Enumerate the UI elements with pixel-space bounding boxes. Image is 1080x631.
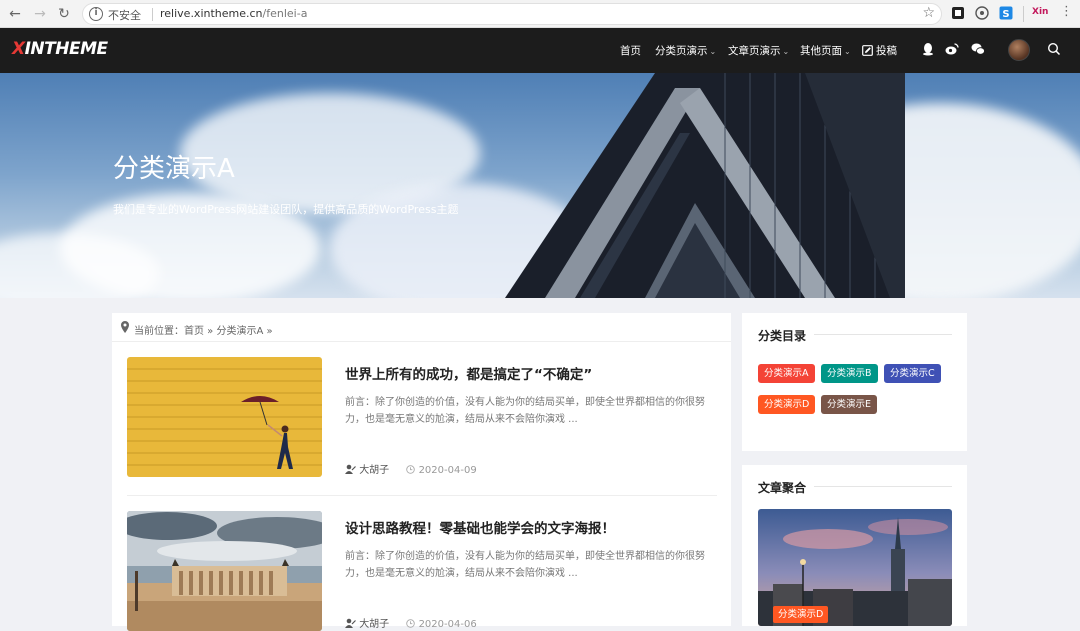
post-author[interactable]: 大胡子 bbox=[359, 465, 389, 476]
category-tag-c[interactable]: 分类演示C bbox=[884, 364, 941, 383]
feature-post-image[interactable]: 分类演示D bbox=[758, 509, 952, 626]
browser-toolbar: ← → ↻ i 不安全 relive.xintheme.cn/fenlei-a … bbox=[0, 0, 1080, 28]
site-header: XINTHEME 首页 分类页演示 ⌄ 文章页演示 ⌄ 其他页面 ⌄ 投稿 bbox=[0, 28, 1080, 73]
category-tag-b[interactable]: 分类演示B bbox=[821, 364, 878, 383]
bookmark-star-icon[interactable]: ☆ bbox=[922, 5, 935, 21]
nav-category-demo[interactable]: 分类页演示 ⌄ bbox=[655, 43, 716, 58]
banner-title: 分类演示A bbox=[113, 154, 235, 184]
weibo-icon[interactable] bbox=[945, 42, 959, 56]
site-logo[interactable]: XINTHEME bbox=[12, 39, 108, 59]
wechat-icon[interactable] bbox=[971, 42, 985, 56]
post-item: 设计思路教程！零基础也能学会的文字海报！ 前言：除了你创造的价值，没有人能为你的… bbox=[127, 511, 717, 631]
post-excerpt: 前言：除了你创造的价值，没有人能为你的结局买单，即使全世界都相信的你很努力，也是… bbox=[345, 551, 705, 579]
post-title[interactable]: 设计思路教程！零基础也能学会的文字海报！ bbox=[345, 517, 615, 537]
post-thumbnail[interactable] bbox=[127, 511, 322, 631]
post-item: 世界上所有的成功，都是搞定了“不确定” 前言：除了你创造的价值，没有人能为你的结… bbox=[127, 357, 717, 497]
info-icon[interactable]: i bbox=[89, 7, 103, 21]
widget-title: 分类目录 bbox=[758, 329, 807, 343]
extension-circle-icon[interactable] bbox=[975, 6, 989, 20]
breadcrumb: 当前位置：首页 » 分类演示A » bbox=[112, 313, 731, 342]
location-pin-icon bbox=[121, 321, 129, 333]
category-tag-d[interactable]: 分类演示D bbox=[758, 395, 816, 414]
user-avatar[interactable] bbox=[1008, 39, 1030, 61]
clock-icon bbox=[406, 619, 416, 628]
widget-title: 文章聚合 bbox=[758, 481, 807, 495]
address-bar[interactable]: i 不安全 relive.xintheme.cn/fenlei-a ☆ bbox=[82, 3, 942, 25]
category-banner: 分类演示A 我们是专业的WordPress网站建设团队，提供高品质的WordPr… bbox=[0, 73, 1080, 298]
post-date: 2020-04-09 bbox=[418, 465, 477, 476]
nav-submit[interactable]: 投稿 bbox=[862, 43, 897, 58]
nav-home[interactable]: 首页 bbox=[620, 43, 641, 58]
banner-subtitle: 我们是专业的WordPress网站建设团队，提供高品质的WordPress主题 bbox=[113, 203, 459, 216]
chevron-down-icon: ⌄ bbox=[782, 47, 790, 56]
chevron-down-icon: ⌄ bbox=[844, 47, 851, 56]
breadcrumb-text[interactable]: 当前位置：首页 » 分类演示A » bbox=[134, 322, 273, 337]
insecure-label: 不安全 bbox=[108, 9, 141, 22]
building-image bbox=[505, 73, 905, 298]
extension-s-icon[interactable]: S bbox=[999, 6, 1013, 20]
nav-article-demo[interactable]: 文章页演示 ⌄ bbox=[728, 43, 789, 58]
post-author[interactable]: 大胡子 bbox=[359, 619, 389, 630]
forward-icon[interactable]: → bbox=[31, 5, 49, 23]
post-excerpt: 前言：除了你创造的价值，没有人能为你的结局买单，即使全世界都相信的你很努力，也是… bbox=[345, 397, 705, 425]
chevron-down-icon: ⌄ bbox=[709, 47, 717, 56]
menu-kebab-icon[interactable]: ⋮ bbox=[1060, 4, 1073, 19]
categories-widget: 分类目录 分类演示A 分类演示B 分类演示C 分类演示D 分类演示E bbox=[742, 313, 967, 451]
author-icon bbox=[345, 618, 356, 628]
post-meta: 大胡子 2020-04-06 bbox=[345, 615, 477, 630]
category-tag-a[interactable]: 分类演示A bbox=[758, 364, 815, 383]
search-icon[interactable] bbox=[1047, 42, 1061, 56]
author-icon bbox=[345, 464, 356, 474]
article-aggregation-widget: 文章聚合 分类演示D bbox=[742, 465, 967, 626]
reload-icon[interactable]: ↻ bbox=[55, 5, 73, 23]
xin-extension-icon[interactable]: Xin bbox=[1032, 7, 1048, 17]
post-meta: 大胡子 2020-04-09 bbox=[345, 461, 477, 476]
extension-square-icon[interactable] bbox=[951, 6, 965, 20]
post-thumbnail[interactable] bbox=[127, 357, 322, 477]
post-date: 2020-04-06 bbox=[418, 619, 477, 630]
back-icon[interactable]: ← bbox=[6, 5, 24, 23]
url-text[interactable]: relive.xintheme.cn/fenlei-a bbox=[160, 7, 307, 20]
edit-icon bbox=[862, 45, 873, 56]
post-list-card: 当前位置：首页 » 分类演示A » 世界上所有的成功，都是搞定了“不确定” 前言… bbox=[112, 313, 731, 631]
nav-other-pages[interactable]: 其他页面 ⌄ bbox=[800, 43, 851, 58]
qq-icon[interactable] bbox=[921, 42, 935, 56]
category-tag-e[interactable]: 分类演示E bbox=[821, 395, 878, 414]
feature-category-badge[interactable]: 分类演示D bbox=[773, 606, 829, 623]
post-title[interactable]: 世界上所有的成功，都是搞定了“不确定” bbox=[345, 363, 592, 383]
clock-icon bbox=[406, 465, 416, 474]
svg-text:S: S bbox=[1002, 9, 1009, 20]
